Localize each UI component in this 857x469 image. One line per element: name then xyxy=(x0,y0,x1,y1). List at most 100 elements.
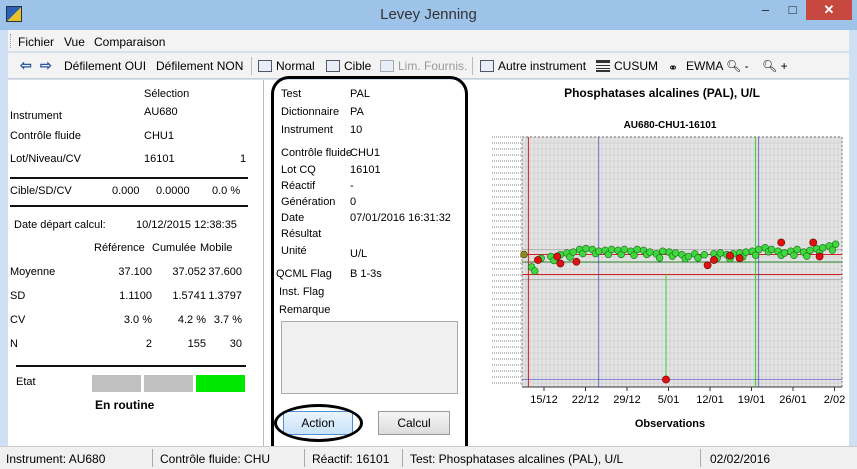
magnifier-icon: 🔍︎ xyxy=(762,59,778,73)
data-point xyxy=(684,252,693,261)
normal-icon xyxy=(258,60,272,72)
data-point xyxy=(569,248,577,256)
x-tick-label: 29/12 xyxy=(613,394,641,406)
arrow-right-icon[interactable]: ⇨ xyxy=(40,57,52,74)
zoom-in-button[interactable]: 🔍︎ + xyxy=(762,59,788,73)
x-tick-label: 15/12 xyxy=(530,394,558,406)
level-value: 1 xyxy=(240,153,247,165)
data-point xyxy=(700,251,709,259)
data-point-out xyxy=(703,261,712,270)
data-point xyxy=(694,254,702,262)
data-point-out xyxy=(534,256,542,264)
data-point xyxy=(716,249,725,257)
data-point-out xyxy=(572,257,581,266)
row-label: N xyxy=(10,338,18,350)
row-mob: 30 xyxy=(229,338,242,350)
data-point xyxy=(780,249,789,257)
instrument-icon xyxy=(480,60,494,72)
chart-panel: Phosphatases alcalines (PAL), U/L AU680-… xyxy=(472,80,849,446)
data-point xyxy=(531,267,539,275)
selection-header: Sélection xyxy=(144,88,190,100)
data-point xyxy=(742,248,750,256)
col-reference: Référence xyxy=(94,242,145,254)
data-point xyxy=(793,245,801,254)
row-ref: 2 xyxy=(145,338,152,350)
arrow-left-icon[interactable]: ⇦ xyxy=(20,57,32,74)
levey-jennings-chart: Phosphatases alcalines (PAL), U/L AU680-… xyxy=(492,86,845,430)
target-icon xyxy=(326,60,340,72)
zoom-out-button[interactable]: 🔍︎ - xyxy=(726,59,749,73)
other-instrument-label: Autre instrument xyxy=(498,59,587,73)
data-point xyxy=(607,245,616,254)
state-indicator-1 xyxy=(92,375,141,392)
menu-vue[interactable]: Vue xyxy=(64,35,85,49)
target-value: 0.000 xyxy=(112,185,140,197)
divider xyxy=(10,205,248,207)
zoom-out-label: - xyxy=(744,59,749,73)
data-point-out xyxy=(556,259,565,268)
x-tick-label: 5/01 xyxy=(658,394,679,406)
menu-fichier[interactable]: Fichier xyxy=(18,35,54,49)
divider xyxy=(16,365,246,367)
normal-label: Normal xyxy=(276,59,315,73)
instrument-value: AU680 xyxy=(144,106,178,118)
status-instrument: Instrument: AU680 xyxy=(6,452,106,466)
close-button[interactable]: ✕ xyxy=(806,0,852,20)
data-point xyxy=(755,245,763,254)
data-point xyxy=(582,244,590,253)
detail-panel: Test PAL Dictionnaire PA Instrument 10 C… xyxy=(264,76,472,467)
title-bar: Levey Jenning – □ ✕ xyxy=(0,0,857,30)
row-label: CV xyxy=(10,314,26,326)
data-point xyxy=(520,250,528,259)
status-reagent: Réactif: 16101 xyxy=(312,452,390,466)
toolbar-separator xyxy=(472,57,473,75)
control-value: CHU1 xyxy=(144,130,174,142)
status-test: Test: Phosphatases alcalines (PAL), U/L xyxy=(410,452,624,466)
lot-value: 16101 xyxy=(144,153,175,165)
target-sd: 0.0000 xyxy=(156,185,190,197)
start-date-label: Date départ calcul: xyxy=(14,219,106,231)
normal-button[interactable]: Normal xyxy=(258,59,315,73)
highlight-frame xyxy=(271,76,468,467)
lot-label: Lot/Niveau/CV xyxy=(10,153,81,165)
status-separator xyxy=(700,449,701,467)
data-point xyxy=(767,245,776,254)
data-point-out xyxy=(815,252,824,261)
status-separator xyxy=(304,449,305,467)
zoom-in-label: + xyxy=(780,59,788,73)
data-point-out xyxy=(726,251,734,260)
supplier-limits-button[interactable]: Lim. Fournis. xyxy=(380,59,467,73)
cusum-label: CUSUM xyxy=(614,59,658,73)
status-bar: Instrument: AU680 Contrôle fluide: CHU1 … xyxy=(0,446,857,469)
data-point xyxy=(671,249,680,257)
col-cumulative: Cumulée xyxy=(152,242,197,254)
minimize-button[interactable]: – xyxy=(752,0,779,20)
data-point xyxy=(819,244,827,252)
maximize-button[interactable]: □ xyxy=(779,0,806,20)
binoculars-icon: ⚭ xyxy=(668,61,679,75)
data-point-out xyxy=(809,238,818,247)
x-tick-label: 26/01 xyxy=(779,394,807,406)
x-tick-label: 22/12 xyxy=(572,394,600,406)
row-mob: 37.600 xyxy=(208,266,242,278)
row-label: Moyenne xyxy=(10,266,56,278)
cusum-button[interactable]: CUSUM xyxy=(596,59,658,73)
data-point-out xyxy=(777,238,786,247)
row-mob: 3.7 % xyxy=(213,314,242,326)
ewma-button[interactable]: ⚭ EWMA xyxy=(668,59,723,75)
state-indicator-2 xyxy=(144,375,193,392)
status-separator xyxy=(402,449,403,467)
scroll-yes-button[interactable]: Défilement OUI xyxy=(64,59,146,73)
menu-comparaison[interactable]: Comparaison xyxy=(94,35,165,49)
status-date: 02/02/2016 xyxy=(710,452,771,466)
data-point xyxy=(620,245,629,254)
other-instrument-button[interactable]: Autre instrument xyxy=(480,59,586,73)
instrument-label: Instrument xyxy=(10,110,62,122)
status-separator xyxy=(152,449,153,467)
row-label: SD xyxy=(10,290,26,302)
row-ref: 1.1100 xyxy=(119,290,152,302)
scroll-no-button[interactable]: Défilement NON xyxy=(156,59,243,73)
target-button[interactable]: Cible xyxy=(326,59,371,73)
data-point xyxy=(659,247,667,255)
target-cv: 0.0 % xyxy=(212,185,241,197)
